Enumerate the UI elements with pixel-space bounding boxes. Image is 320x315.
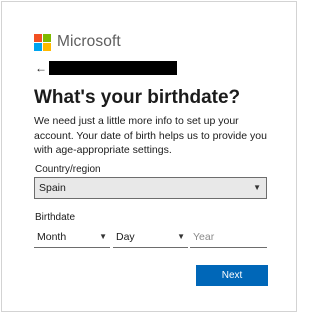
chevron-down-icon: ▼ bbox=[253, 183, 261, 192]
day-select[interactable]: Day ▼ bbox=[113, 226, 188, 248]
back-arrow-icon[interactable]: ← bbox=[35, 62, 47, 74]
brand-name: Microsoft bbox=[57, 33, 121, 50]
month-select-value: Month bbox=[37, 230, 67, 243]
back-row: ← bbox=[35, 60, 177, 76]
logo-square-red bbox=[34, 33, 42, 42]
country-label: Country/region bbox=[35, 164, 101, 175]
year-input[interactable]: Year bbox=[190, 226, 267, 248]
redacted-account-identifier bbox=[49, 61, 177, 75]
logo-square-yellow bbox=[43, 42, 51, 51]
day-select-value: Day bbox=[116, 230, 135, 243]
chevron-down-icon: ▼ bbox=[177, 231, 185, 241]
next-button[interactable]: Next bbox=[196, 265, 268, 286]
brand-logo-row: Microsoft bbox=[34, 33, 121, 51]
microsoft-logo-icon bbox=[34, 33, 51, 51]
birthdate-label: Birthdate bbox=[35, 212, 76, 223]
country-select-value: Spain bbox=[39, 182, 66, 194]
page-description: We need just a little more info to set u… bbox=[34, 115, 267, 157]
signup-card: Microsoft ← What's your birthdate? We ne… bbox=[1, 1, 297, 312]
logo-square-blue bbox=[34, 42, 42, 51]
year-input-placeholder: Year bbox=[193, 230, 215, 243]
logo-square-green bbox=[43, 33, 51, 42]
month-select[interactable]: Month ▼ bbox=[34, 226, 110, 248]
page-title: What's your birthdate? bbox=[34, 87, 241, 108]
country-select[interactable]: Spain ▼ bbox=[34, 177, 267, 199]
chevron-down-icon: ▼ bbox=[99, 231, 107, 241]
